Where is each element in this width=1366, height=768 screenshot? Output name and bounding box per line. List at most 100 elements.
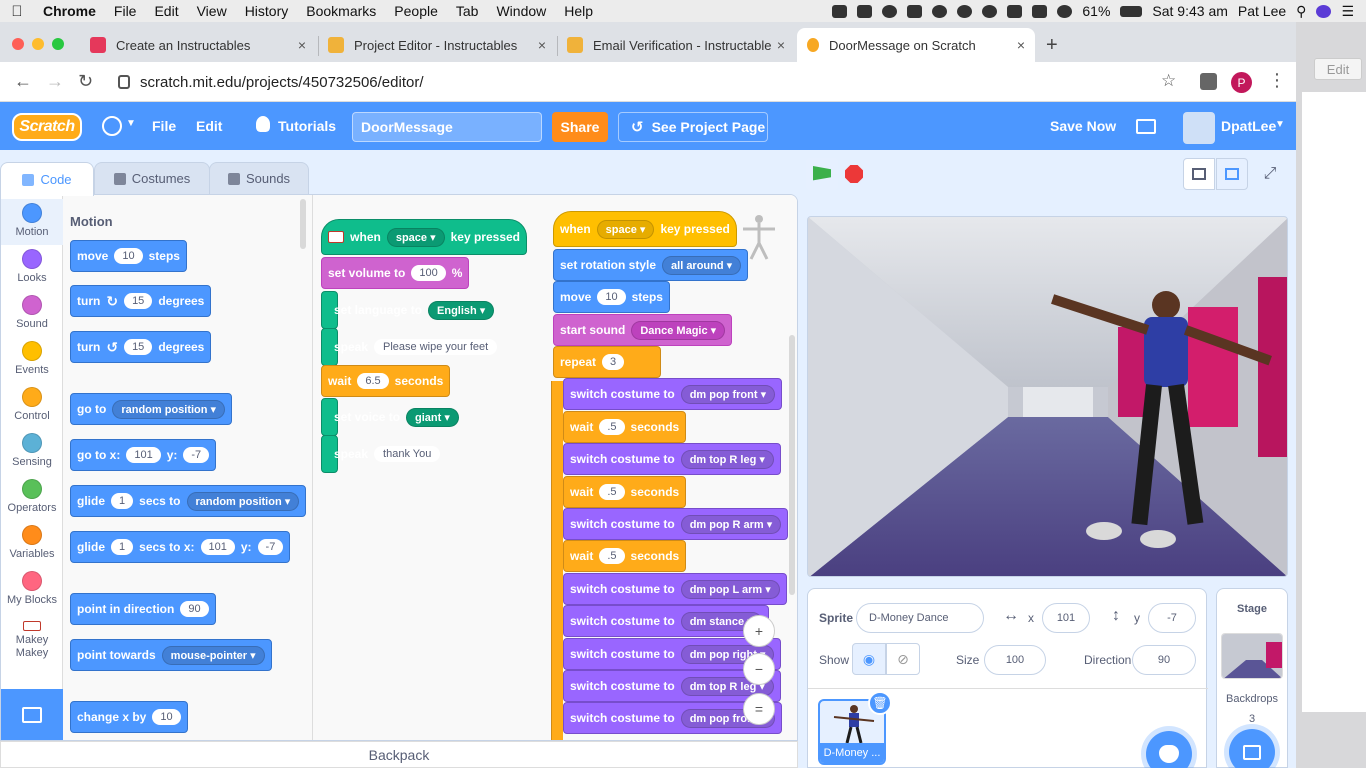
direction-input[interactable]: 90 <box>1132 645 1196 675</box>
tab-close-icon[interactable]: × <box>1017 37 1025 53</box>
zoom-reset-button[interactable]: = <box>743 693 775 725</box>
number-input[interactable]: 10 <box>152 709 181 725</box>
block-turn-right[interactable]: turn ↻ 15 degrees <box>70 285 212 317</box>
category-my-blocks[interactable]: My Blocks <box>1 567 63 613</box>
palette-scrollbar[interactable] <box>300 199 306 249</box>
spotlight-icon[interactable]: ⚲ <box>1296 3 1306 20</box>
text-input[interactable]: thank You <box>374 446 441 462</box>
my-stuff-folder-icon[interactable] <box>1136 119 1156 134</box>
block-point-towards[interactable]: point towards mouse-pointer <box>70 639 272 671</box>
evernote-icon[interactable] <box>907 4 923 18</box>
block-point-in-direction[interactable]: point in direction 90 <box>70 593 216 625</box>
dropdown[interactable]: Dance Magic <box>631 320 726 340</box>
dropdown[interactable]: dm pop R arm <box>680 514 782 534</box>
category-sound[interactable]: Sound <box>1 291 63 337</box>
dropdown[interactable]: all around <box>662 255 742 275</box>
dropdown[interactable]: giant <box>406 407 459 427</box>
profile-avatar[interactable]: P <box>1231 72 1252 93</box>
script-scrollbar[interactable] <box>789 335 795 595</box>
block-glide-to[interactable]: glide 1 secs to random position <box>70 485 307 517</box>
tab-doormessage-scratch[interactable]: DoorMessage on Scratch × <box>797 28 1035 62</box>
sprite-name-input[interactable]: D-Money Dance <box>856 603 984 633</box>
block-turn-left[interactable]: turn ↺ 15 degrees <box>70 331 212 363</box>
delete-sprite-button[interactable]: 🗑 <box>868 691 892 715</box>
chrome-menu-icon[interactable]: ⋮ <box>1268 70 1286 91</box>
number-input[interactable]: 1 <box>111 539 134 555</box>
small-stage-button[interactable] <box>1183 158 1215 190</box>
menu-edit[interactable]: Edit <box>145 3 187 19</box>
number-input[interactable]: 90 <box>180 601 209 617</box>
wifi-icon[interactable] <box>1057 4 1073 18</box>
block-go-to-xy[interactable]: go to x: 101 y: -7 <box>70 439 217 471</box>
tab-close-icon[interactable]: × <box>298 37 306 53</box>
category-looks[interactable]: Looks <box>1 245 63 291</box>
dropdown[interactable]: random position <box>186 491 300 511</box>
block-speak[interactable]: speak thank You <box>321 435 441 473</box>
block-switch-costume[interactable]: switch costume to dm pop R arm <box>563 508 789 540</box>
block-switch-costume[interactable]: switch costume to dm pop L arm <box>563 573 787 605</box>
tutorials-bulb-icon[interactable] <box>256 116 270 132</box>
extensions-puzzle-icon[interactable] <box>1200 73 1217 90</box>
number-input[interactable]: 3 <box>602 354 625 370</box>
block-set-language[interactable]: set language to English <box>321 291 495 329</box>
menu-view[interactable]: View <box>188 3 236 19</box>
choose-sprite-button[interactable] <box>1146 731 1192 768</box>
block-when-key-pressed[interactable]: when space key pressed <box>321 219 527 255</box>
new-tab-button[interactable]: + <box>1046 34 1058 57</box>
project-title-input[interactable]: DoorMessage <box>352 112 542 142</box>
text-input[interactable]: Please wipe your feet <box>374 339 498 355</box>
back-arrow-icon[interactable]: ← <box>14 71 32 92</box>
number-input[interactable]: 100 <box>411 265 446 281</box>
clock[interactable]: Sat 9:43 am <box>1152 3 1228 19</box>
block-wait[interactable]: wait .5 seconds <box>563 476 687 508</box>
zoom-out-button[interactable]: − <box>743 653 775 685</box>
block-move-steps[interactable]: move 10 steps <box>553 281 670 313</box>
block-switch-costume[interactable]: switch costume to dm stance <box>563 605 769 637</box>
number-input[interactable]: 10 <box>114 248 143 264</box>
category-sensing[interactable]: Sensing <box>1 429 63 475</box>
block-wait[interactable]: wait .5 seconds <box>563 540 687 572</box>
dropdown[interactable]: dm pop L arm <box>680 579 780 599</box>
block-switch-costume[interactable]: switch costume to dm pop front <box>563 378 783 410</box>
dropdown[interactable]: mouse-pointer <box>161 645 265 665</box>
background-edit-button[interactable]: Edit <box>1314 58 1362 80</box>
block-go-to[interactable]: go to random position <box>70 393 233 425</box>
y-position-input[interactable]: -7 <box>1148 603 1196 633</box>
tab-email-verification[interactable]: Email Verification - Instructables × <box>557 28 795 62</box>
save-now-button[interactable]: Save Now <box>1050 118 1116 134</box>
number-input[interactable]: 6.5 <box>357 373 389 389</box>
maximize-window-icon[interactable] <box>52 38 64 50</box>
menu-people[interactable]: People <box>385 3 447 19</box>
block-set-voice[interactable]: set voice to giant <box>321 398 459 436</box>
keyboard-icon[interactable] <box>1032 4 1048 18</box>
forward-arrow-icon[interactable]: → <box>46 71 64 92</box>
block-speak[interactable]: speak Please wipe your feet <box>321 328 498 366</box>
show-sprite-button[interactable]: ◉ <box>852 643 886 675</box>
language-globe-icon[interactable] <box>102 116 122 136</box>
size-input[interactable]: 100 <box>984 645 1046 675</box>
fullscreen-button[interactable]: ⤢ <box>1254 158 1286 190</box>
microphone-icon[interactable] <box>932 4 948 18</box>
green-flag-button[interactable] <box>806 158 838 190</box>
user-avatar[interactable] <box>1183 112 1215 144</box>
tab-sounds[interactable]: Sounds <box>209 162 309 194</box>
category-makey-makey[interactable]: Makey Makey <box>1 613 63 663</box>
number-input[interactable]: 1 <box>111 493 134 509</box>
block-glide-to-xy[interactable]: glide 1 secs to x: 101 y: -7 <box>70 531 291 563</box>
time-machine-icon[interactable] <box>982 4 998 18</box>
block-move-steps[interactable]: move 10 steps <box>70 240 187 272</box>
dropdown[interactable]: dm pop front <box>680 384 776 404</box>
block-start-sound[interactable]: start sound Dance Magic <box>553 314 733 346</box>
dropbox-icon[interactable] <box>857 4 873 18</box>
address-bar[interactable]: scratch.mit.edu/projects/450732506/edito… <box>108 67 1192 97</box>
category-motion[interactable]: Motion <box>1 199 63 245</box>
block-when-key-pressed[interactable]: when space key pressed <box>553 211 737 247</box>
battery-icon[interactable] <box>1120 5 1143 17</box>
menu-bookmarks[interactable]: Bookmarks <box>297 3 385 19</box>
user-name[interactable]: Pat Lee <box>1238 3 1286 19</box>
number-input[interactable]: .5 <box>599 419 625 435</box>
siri-icon[interactable] <box>1316 4 1332 18</box>
dropdown[interactable]: dm top R leg <box>680 449 774 469</box>
menu-history[interactable]: History <box>236 3 298 19</box>
share-button[interactable]: Share <box>552 112 608 142</box>
